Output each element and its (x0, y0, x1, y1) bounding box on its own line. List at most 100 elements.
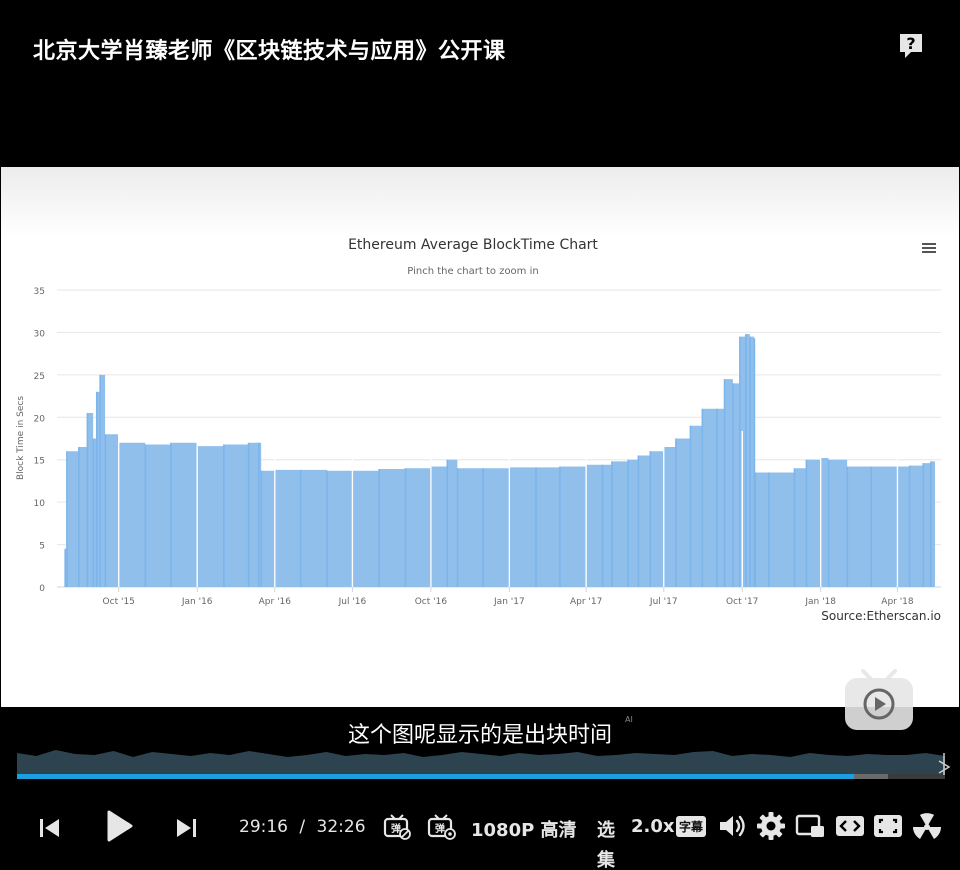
blocktime-bar (637, 455, 640, 587)
blocktime-bar (732, 383, 734, 587)
blocktime-bar (404, 468, 407, 587)
blocktime-bar (223, 444, 225, 587)
blocktime-bar (144, 444, 147, 587)
blocktime-bar (78, 446, 80, 587)
y-tick-label: 20 (34, 414, 46, 424)
web-fullscreen-icon[interactable] (872, 811, 904, 841)
blocktime-bar (611, 461, 613, 587)
blocktime-bar (922, 463, 925, 587)
svg-text:弹: 弹 (435, 822, 445, 835)
volume-icon[interactable] (717, 811, 747, 841)
blocktime-bar (456, 468, 459, 587)
blocktime-bar (535, 467, 537, 587)
picture-in-picture-icon[interactable] (794, 811, 826, 841)
y-tick-label: 25 (34, 372, 45, 382)
time-separator: / (299, 817, 306, 837)
blocktime-chart: Ethereum Average BlockTime Chart Pinch t… (16, 237, 941, 623)
x-tick-label: Oct '16 (415, 597, 448, 607)
play-icon[interactable] (103, 809, 135, 843)
x-tick-label: Apr '18 (881, 597, 914, 607)
blocktime-bar (446, 459, 449, 587)
blocktime-bar (649, 451, 652, 587)
title-bar: 北京大学肖臻老师《区块链技术与应用》公开课 ? (1, 1, 959, 167)
x-tick-label: Oct '15 (103, 597, 135, 607)
blocktime-bar (701, 408, 704, 587)
slide-content: Ethereum Average BlockTime Chart Pinch t… (1, 167, 959, 707)
blocktime-bar (95, 391, 98, 587)
subtitle-text: 这个图呢显示的是出块时间 (347, 723, 612, 748)
blocktime-bar (739, 336, 741, 587)
blocktime-bar (66, 451, 68, 587)
settings-gear-icon[interactable] (756, 811, 786, 841)
blocktime-bar (104, 434, 107, 587)
chart-subtitle: Pinch the chart to zoom in (407, 266, 538, 277)
current-time: 29:16 (239, 817, 288, 837)
blocktime-bar (326, 470, 328, 587)
x-tick-label: Jul '17 (649, 597, 678, 607)
blocktime-bar (827, 459, 830, 587)
x-tick-label: Oct '17 (726, 597, 758, 607)
blocktime-bar (299, 469, 302, 587)
svg-text:?: ? (906, 34, 915, 53)
y-tick-label: 15 (34, 457, 45, 467)
y-tick-label: 0 (39, 584, 45, 594)
y-tick-label: 10 (34, 499, 46, 509)
video-title: 北京大学肖臻老师《区块链技术与应用》公开课 (33, 39, 506, 64)
quality-button[interactable]: 1080P 高清 (471, 816, 577, 842)
help-icon[interactable]: ? (898, 32, 924, 60)
blocktime-bar (930, 461, 932, 587)
playback-heatmap (17, 750, 945, 775)
blocktime-bar (675, 438, 677, 587)
blocktime-bar (870, 466, 873, 587)
episodes-button[interactable]: 选集 (597, 816, 617, 869)
next-icon[interactable] (173, 815, 199, 841)
blocktime-bar (716, 408, 718, 587)
blocktime-bar (64, 548, 66, 587)
danmaku-toggle-icon[interactable]: 弹 (383, 812, 411, 840)
blocktime-bar (92, 438, 95, 587)
y-axis-label: Block Time in Secs (16, 396, 26, 480)
blocktime-bar (754, 472, 757, 587)
x-tick-label: Apr '16 (259, 597, 292, 607)
blocktime-bar (627, 459, 629, 587)
blocktime-bar (908, 465, 911, 587)
chart-menu-icon[interactable] (922, 243, 936, 253)
blocktime-bar (378, 469, 380, 587)
fullscreen-icon[interactable] (910, 809, 944, 843)
bilibili-logo-icon (845, 669, 913, 730)
x-tick-label: Jul '16 (338, 597, 367, 607)
ai-subtitle-tag: AI (625, 715, 633, 724)
progress-played (17, 774, 855, 779)
blocktime-bar (99, 374, 101, 587)
y-tick-label: 5 (39, 542, 45, 552)
blocktime-bar (260, 470, 263, 587)
time-display: 29:16 / 32:26 (239, 817, 366, 837)
widescreen-icon[interactable] (834, 811, 866, 841)
subtitles-button[interactable]: 字幕 (676, 816, 707, 837)
y-tick-label: 35 (34, 287, 45, 297)
video-player[interactable]: 北京大学肖臻老师《区块链技术与应用》公开课 ? Ethereum Average… (1, 1, 959, 869)
blocktime-bar (482, 468, 484, 587)
speed-button[interactable]: 2.0x (631, 816, 675, 837)
blocktime-bar (846, 466, 849, 587)
x-tick-label: Apr '17 (570, 597, 602, 607)
total-time: 32:26 (316, 817, 366, 837)
chart-title: Ethereum Average BlockTime Chart (348, 237, 598, 253)
blocktime-bar (768, 472, 770, 587)
blocktime-bar (601, 464, 604, 587)
x-tick-label: Jan '18 (804, 597, 836, 607)
blocktime-bar (86, 413, 89, 587)
danmaku-settings-icon[interactable]: 弹 (427, 812, 457, 840)
blocktime-bar (247, 442, 250, 587)
blocktime-area (65, 334, 935, 587)
blocktime-bar (745, 334, 747, 587)
blocktime-bar (689, 425, 692, 587)
blocktime-bar (170, 442, 172, 587)
x-tick-label: Jan '17 (493, 597, 525, 607)
blocktime-bar (723, 379, 726, 587)
blocktime-bar (749, 336, 751, 587)
previous-icon[interactable] (37, 815, 63, 841)
blocktime-bar (805, 459, 808, 587)
blocktime-bar (793, 468, 796, 587)
x-tick-label: Jan '16 (181, 597, 213, 607)
